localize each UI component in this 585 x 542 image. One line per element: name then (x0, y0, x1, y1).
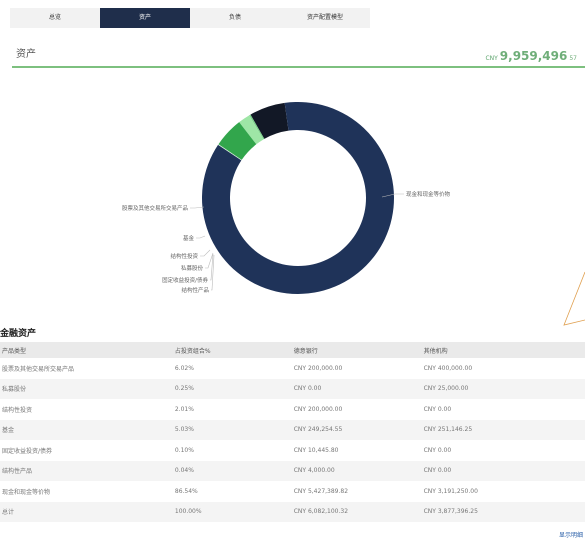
cell-product-type: 股票及其他交易所交易产品 (2, 365, 75, 373)
tab-allocation-model[interactable]: 资产配置模型 (280, 8, 370, 28)
cell-other-value: CNY 400,000.00 (423, 364, 473, 372)
col-header-bank: 德意银行 (291, 342, 422, 358)
cell-portfolio-pct: 0.10% (174, 446, 194, 454)
tab-overview[interactable]: 总览 (10, 8, 100, 28)
col-header-product-type: 产品类型 (0, 342, 173, 358)
tab-bar: 总览 资产 负债 资产配置模型 (10, 8, 370, 28)
cell-product-type: 固定收益投资/债券 (2, 447, 53, 455)
label-cash: 现金和现金等价物 (406, 190, 451, 198)
total-assets: CNY 9,959,496 57 (485, 45, 577, 64)
cell-bank-value: CNY 6,082,100.32 (291, 501, 422, 522)
section-title: 资产 (16, 49, 36, 60)
cell-other-value: CNY 3,877,396.25 (421, 501, 585, 522)
cell-bank-value: CNY 10,445.80 (293, 446, 339, 454)
tab-liabilities[interactable]: 负债 (190, 8, 280, 28)
cell-bank-value: CNY 4,000.00 (291, 460, 422, 481)
cell-other-value: CNY 0.00 (421, 460, 585, 481)
cell-product-type: 结构性投资 (2, 406, 33, 414)
label-structured-product: 结构性产品 (181, 286, 209, 294)
cell-other-value: CNY 0.00 (423, 446, 452, 454)
table-row: 现金和现金等价物 86.54% CNY 5,427,389.82 CNY 3,1… (0, 481, 585, 502)
cell-product-type: 总计 (0, 501, 173, 522)
cell-product-type: 私募股份 (0, 378, 173, 399)
cell-bank-value: CNY 5,427,389.82 (293, 487, 349, 495)
cell-other-value: CNY 3,191,250.00 (423, 487, 478, 495)
cell-product-type: 现金和现金等价物 (2, 488, 51, 496)
cell-portfolio-pct: 2.01% (174, 405, 194, 413)
label-fund: 基金 (183, 234, 195, 242)
table-total-row: 总计 100.00% CNY 6,082,100.32 CNY 3,877,39… (0, 501, 585, 522)
allocation-donut-chart: 现金和现金等价物 股票及其他交易所交易产品 基金 结构性投资 私募股份 固定收益… (122, 101, 451, 294)
decorative-lines (563, 271, 585, 326)
total-amount: 9,959,496 (499, 49, 568, 63)
cell-portfolio-pct: 86.54% (174, 487, 198, 495)
cell-other-value: CNY 251,146.25 (421, 419, 585, 440)
total-currency: CNY (485, 55, 498, 62)
financial-assets-table: 产品类型 占投资组合% 德意银行 其他机构 股票及其他交易所交易产品 6.02%… (0, 342, 585, 522)
label-stocks: 股票及其他交易所交易产品 (122, 204, 189, 212)
cell-other-value: CNY 0.00 (423, 405, 452, 413)
cell-portfolio-pct: 5.03% (172, 419, 292, 440)
cell-portfolio-pct: 0.04% (172, 460, 292, 481)
label-fixed-income: 固定收益投资/债券 (162, 276, 208, 284)
cell-other-value: CNY 25,000.00 (421, 378, 585, 399)
total-decimals: 57 (569, 55, 577, 62)
cell-bank-value: CNY 249,254.55 (291, 419, 422, 440)
table-row: 私募股份 0.25% CNY 0.00 CNY 25,000.00 (0, 378, 585, 399)
show-details-link[interactable]: 显示明细 (559, 530, 583, 539)
financial-assets-title: 金融资产 (0, 329, 37, 339)
tab-assets[interactable]: 资产 (100, 8, 190, 28)
table-row: 结构性产品 0.04% CNY 4,000.00 CNY 0.00 (0, 460, 585, 481)
col-header-portfolio-pct: 占投资组合% (172, 342, 292, 358)
cell-portfolio-pct: 6.02% (174, 364, 194, 372)
table-row: 股票及其他交易所交易产品 6.02% CNY 200,000.00 CNY 40… (0, 358, 585, 379)
section-divider (12, 66, 585, 68)
table-row: 固定收益投资/债券 0.10% CNY 10,445.80 CNY 0.00 (0, 440, 585, 461)
table-row: 基金 5.03% CNY 249,254.55 CNY 251,146.25 (0, 419, 585, 440)
col-header-other-institutions: 其他机构 (421, 342, 585, 358)
cell-bank-value: CNY 0.00 (291, 378, 422, 399)
cell-portfolio-pct: 100.00% (172, 501, 292, 522)
cell-bank-value: CNY 200,000.00 (293, 364, 343, 372)
label-private-equity: 私募股份 (181, 264, 204, 272)
cell-product-type: 结构性产品 (0, 460, 173, 481)
cell-bank-value: CNY 200,000.00 (293, 405, 343, 413)
table-header-row: 产品类型 占投资组合% 德意银行 其他机构 (0, 342, 585, 358)
cell-product-type: 基金 (0, 419, 173, 440)
donut-slices (202, 101, 394, 294)
cell-portfolio-pct: 0.25% (172, 378, 292, 399)
label-structured-investment: 结构性投资 (170, 252, 198, 260)
table-row: 结构性投资 2.01% CNY 200,000.00 CNY 0.00 (0, 399, 585, 420)
